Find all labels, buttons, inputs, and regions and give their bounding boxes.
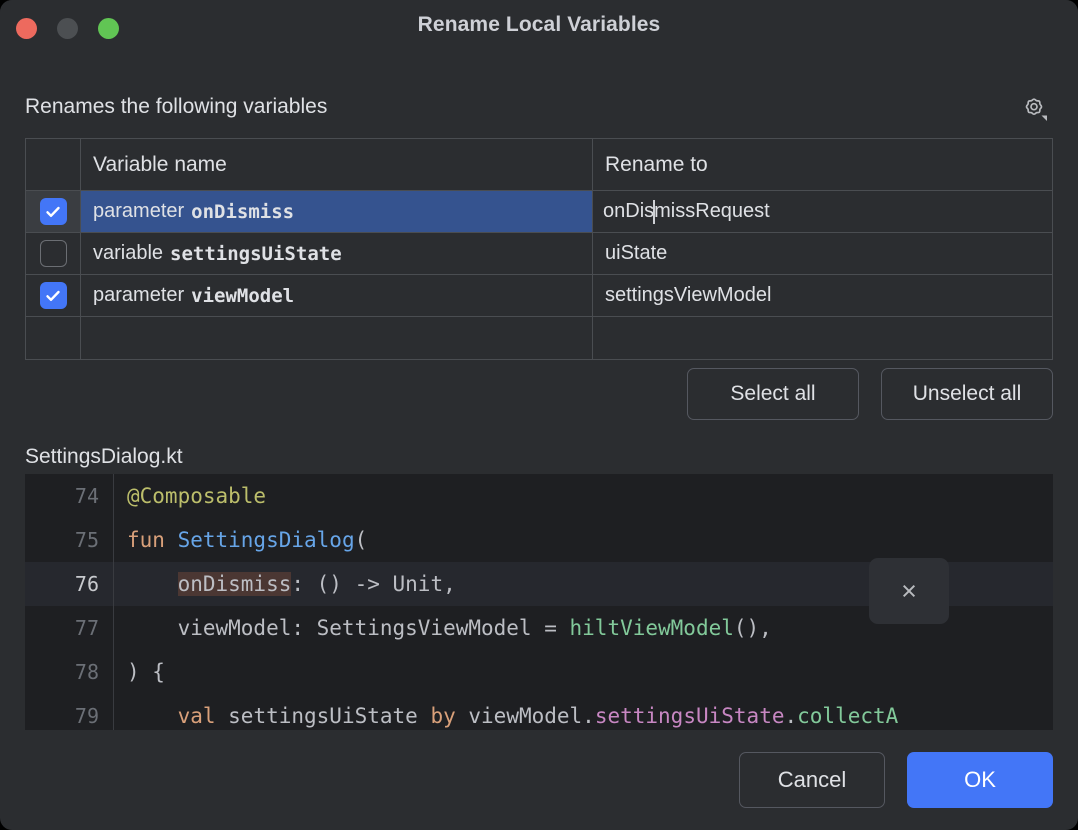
- row-variable-name: variable settingsUiState: [81, 233, 593, 274]
- code-token: viewModel: SettingsViewModel =: [127, 616, 570, 640]
- table-header-row: Variable name Rename to: [26, 139, 1052, 191]
- checkbox-unchecked-icon[interactable]: [40, 240, 67, 267]
- row-variable-name: parameter viewModel: [81, 275, 593, 316]
- code-line: 79 val settingsUiState by viewModel.sett…: [25, 694, 1053, 730]
- code-token: (: [355, 528, 368, 552]
- code-token: collect: [797, 704, 886, 728]
- line-number: 79: [25, 704, 113, 728]
- row-checkbox-cell[interactable]: [26, 275, 81, 316]
- code-token: fun: [127, 528, 178, 552]
- select-all-button[interactable]: Select all: [687, 368, 859, 420]
- code-line-content: fun SettingsDialog(: [113, 518, 1053, 562]
- row-checkbox-cell[interactable]: [26, 191, 81, 232]
- line-number: 77: [25, 616, 113, 640]
- cancel-button[interactable]: Cancel: [739, 752, 885, 808]
- line-number: 75: [25, 528, 113, 552]
- code-line: 74 @Composable: [25, 474, 1053, 518]
- rename-to-text-before-caret: onDis: [603, 200, 654, 223]
- gear-icon[interactable]: [1017, 92, 1051, 126]
- table-row[interactable]: parameter viewModel settingsViewModel: [26, 275, 1052, 317]
- variables-table[interactable]: Variable name Rename to parameter onDism…: [25, 138, 1053, 360]
- code-token: val: [178, 704, 229, 728]
- empty-rename-cell: [593, 317, 1052, 360]
- rename-to-input[interactable]: onDismissRequest: [593, 191, 1052, 232]
- table-row[interactable]: parameter onDismiss onDismissRequest: [26, 191, 1052, 233]
- code-token: settingsUiState: [595, 704, 785, 728]
- unselect-all-button[interactable]: Unselect all: [881, 368, 1053, 420]
- header-cell-variable-name: Variable name: [81, 139, 593, 190]
- rename-to-value[interactable]: uiState: [593, 233, 1052, 274]
- header-cell-rename-to: Rename to: [593, 139, 1052, 190]
- empty-checkbox-cell: [26, 317, 81, 360]
- line-number: 78: [25, 660, 113, 684]
- code-token: (),: [734, 616, 772, 640]
- code-line-content: ) {: [113, 650, 1053, 694]
- preview-file-name: SettingsDialog.kt: [25, 445, 183, 469]
- code-token: .: [784, 704, 797, 728]
- table-row[interactable]: variable settingsUiState uiState: [26, 233, 1052, 275]
- row-variable-name: parameter onDismiss: [81, 191, 593, 232]
- checkbox-checked-icon[interactable]: [40, 282, 67, 309]
- header-cell-checkbox: [26, 139, 81, 190]
- row-variable-identifier: viewModel: [191, 285, 294, 307]
- section-header: Renames the following variables: [25, 92, 1053, 126]
- row-variable-kind: parameter: [93, 200, 184, 223]
- code-token: by: [430, 704, 468, 728]
- code-token: viewModel.: [468, 704, 594, 728]
- line-number: 74: [25, 484, 113, 508]
- row-variable-identifier: settingsUiState: [170, 243, 342, 265]
- rename-to-text-after-caret: missRequest: [654, 200, 770, 223]
- code-token: settingsUiState: [228, 704, 430, 728]
- row-variable-identifier: onDismiss: [191, 201, 294, 223]
- close-icon[interactable]: ×: [869, 558, 949, 624]
- rename-dialog-window: Rename Local Variables Renames the follo…: [0, 0, 1078, 830]
- code-token: @Composable: [127, 484, 266, 508]
- ok-button[interactable]: OK: [907, 752, 1053, 808]
- code-line: 78 ) {: [25, 650, 1053, 694]
- code-token: [127, 572, 178, 596]
- table-empty-row: [26, 317, 1052, 360]
- row-checkbox-cell[interactable]: [26, 233, 81, 274]
- code-token: onDismiss: [178, 572, 292, 596]
- code-preview-panel[interactable]: × 74@Composable75fun SettingsDialog(76 o…: [25, 474, 1053, 730]
- title-bar: Rename Local Variables: [0, 0, 1078, 56]
- code-line: 75fun SettingsDialog(: [25, 518, 1053, 562]
- code-line-content: val settingsUiState by viewModel.setting…: [113, 694, 1053, 730]
- checkbox-checked-icon[interactable]: [40, 198, 67, 225]
- dialog-footer: Cancel OK: [739, 752, 1053, 808]
- row-variable-kind: variable: [93, 242, 163, 265]
- code-token: hiltViewModel: [570, 616, 734, 640]
- code-token: : () -> Unit,: [291, 572, 455, 596]
- empty-name-cell: [81, 317, 593, 360]
- window-title: Rename Local Variables: [0, 13, 1078, 37]
- line-number: 76: [25, 572, 113, 596]
- code-token: ) {: [127, 660, 165, 684]
- code-line-content: @Composable: [113, 474, 1053, 518]
- code-token: A: [886, 704, 899, 728]
- code-token: SettingsDialog: [178, 528, 355, 552]
- rename-to-value[interactable]: settingsViewModel: [593, 275, 1052, 316]
- selection-buttons: Select all Unselect all: [687, 368, 1053, 420]
- row-variable-kind: parameter: [93, 284, 184, 307]
- section-header-label: Renames the following variables: [25, 92, 1053, 122]
- code-token: [127, 704, 178, 728]
